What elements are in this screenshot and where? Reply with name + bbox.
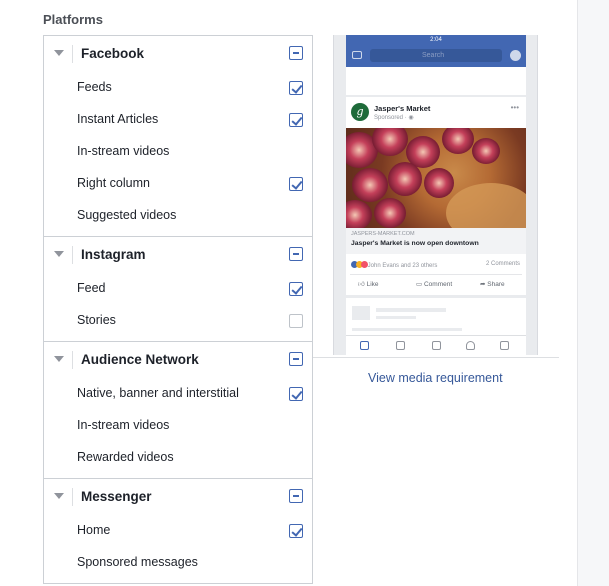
comment-action: ▭ Comment [416, 281, 453, 288]
placement-label: Suggested videos [77, 208, 177, 222]
view-media-requirement-link[interactable]: View media requirement [368, 371, 503, 385]
placement-checkbox[interactable] [289, 177, 303, 191]
chevron-down-icon[interactable] [54, 50, 64, 56]
placement-label: Feeds [77, 80, 112, 94]
platform-group-header[interactable]: Messenger [44, 479, 312, 515]
platform-group-header[interactable]: Audience Network [44, 342, 312, 378]
indeterminate-checkbox[interactable] [289, 352, 303, 366]
platform-group-instagram: Instagram Feed Stories [44, 237, 312, 342]
like-icon: 👍︎ [358, 281, 365, 288]
phone-tab-bar [346, 335, 526, 355]
comment-icon: ▭ [416, 281, 423, 288]
menu-tab-icon [500, 341, 509, 350]
placement-checkbox[interactable] [289, 314, 303, 328]
page-name: Jasper's Market [374, 104, 431, 113]
platform-group-audience-network: Audience Network Native, banner and inter… [44, 342, 312, 479]
placement-row[interactable]: Home [44, 515, 312, 547]
section-title: Platforms [43, 12, 103, 27]
reactions-summary: John Evans and 23 others [351, 261, 437, 270]
placement-label: Home [77, 523, 111, 537]
header-divider [72, 45, 73, 63]
placement-checkbox[interactable] [289, 387, 303, 401]
platform-group-facebook: Facebook Feeds Instant Articles In-stream v… [44, 36, 312, 237]
placement-label: Sponsored messages [77, 555, 198, 569]
platform-name: Messenger [81, 489, 152, 504]
globe-icon: ◉ [408, 115, 414, 121]
indeterminate-checkbox[interactable] [289, 46, 303, 60]
feed-composer-placeholder [346, 67, 526, 95]
reaction-icons [351, 261, 368, 270]
indeterminate-checkbox[interactable] [289, 247, 303, 261]
platforms-list: Facebook Feeds Instant Articles In-stream v… [43, 35, 313, 584]
platform-group-header[interactable]: Facebook [44, 36, 312, 72]
placement-label: Instant Articles [77, 112, 159, 126]
camera-icon [352, 51, 362, 59]
facebook-top-bar: Search [346, 45, 526, 67]
placement-label: Right column [77, 176, 150, 190]
chevron-down-icon[interactable] [54, 356, 64, 362]
page-avatar: g [351, 103, 369, 121]
preview-divider [313, 357, 559, 358]
right-scroll-gutter [577, 0, 609, 586]
like-action: 👍︎ Like [358, 281, 379, 288]
platform-name: Facebook [81, 46, 145, 61]
chevron-down-icon[interactable] [54, 493, 64, 499]
notifications-tab-icon [466, 341, 475, 350]
placement-checkbox[interactable] [289, 282, 303, 296]
placement-label: Native, banner and interstitial [77, 386, 239, 400]
header-divider [72, 351, 73, 369]
placement-label: Rewarded videos [77, 450, 174, 464]
placement-row[interactable]: Suggested videos [44, 200, 312, 232]
header-divider [72, 488, 73, 506]
placement-row[interactable]: Instant Articles [44, 104, 312, 136]
placement-row[interactable]: Feed [44, 273, 312, 305]
platform-group-messenger: Messenger Home Sponsored messages [44, 479, 312, 584]
placement-checkbox[interactable] [289, 524, 303, 538]
platform-name: Instagram [81, 247, 146, 262]
placement-row[interactable]: Rewarded videos [44, 442, 312, 474]
placement-checkbox[interactable] [289, 113, 303, 127]
header-divider [72, 246, 73, 264]
ad-preview-phone: 2:04 Search g Jasper's Market Sponsored … [333, 35, 538, 355]
placement-label: Stories [77, 313, 116, 327]
link-domain: JASPERS-MARKET.COM [351, 231, 415, 237]
comments-count: 2 Comments [485, 261, 520, 267]
platform-name: Audience Network [81, 352, 199, 367]
placement-checkbox[interactable] [289, 81, 303, 95]
indeterminate-checkbox[interactable] [289, 489, 303, 503]
next-post-skeleton [346, 298, 526, 340]
placement-row[interactable]: Sponsored messages [44, 547, 312, 579]
messenger-icon [510, 50, 521, 61]
more-options-icon: ••• [510, 103, 519, 112]
share-action: ➦ Share [480, 281, 505, 288]
share-icon: ➦ [480, 281, 486, 288]
link-title: Jasper's Market is now open downtown [351, 240, 479, 247]
preview-search-bar: Search [370, 49, 502, 62]
placement-label: In-stream videos [77, 418, 170, 432]
phone-status-bar: 2:04 [346, 35, 526, 45]
placement-label: In-stream videos [77, 144, 170, 158]
post-image [346, 128, 526, 228]
placement-row[interactable]: Native, banner and interstitial [44, 378, 312, 410]
placement-row[interactable]: Stories [44, 305, 312, 337]
platform-group-header[interactable]: Instagram [44, 237, 312, 273]
video-tab-icon [396, 341, 405, 350]
placement-row[interactable]: In-stream videos [44, 136, 312, 168]
placement-row[interactable]: In-stream videos [44, 410, 312, 442]
marketplace-tab-icon [432, 341, 441, 350]
sponsored-post: g Jasper's Market Sponsored · ◉ ••• JASP… [346, 97, 526, 295]
placement-label: Feed [77, 281, 106, 295]
chevron-down-icon[interactable] [54, 251, 64, 257]
news-feed-tab-icon [360, 341, 369, 350]
link-preview: JASPERS-MARKET.COM Jasper's Market is no… [346, 228, 526, 254]
placement-row[interactable]: Right column [44, 168, 312, 200]
placement-row[interactable]: Feeds [44, 72, 312, 104]
sponsored-label: Sponsored · ◉ [374, 115, 414, 121]
